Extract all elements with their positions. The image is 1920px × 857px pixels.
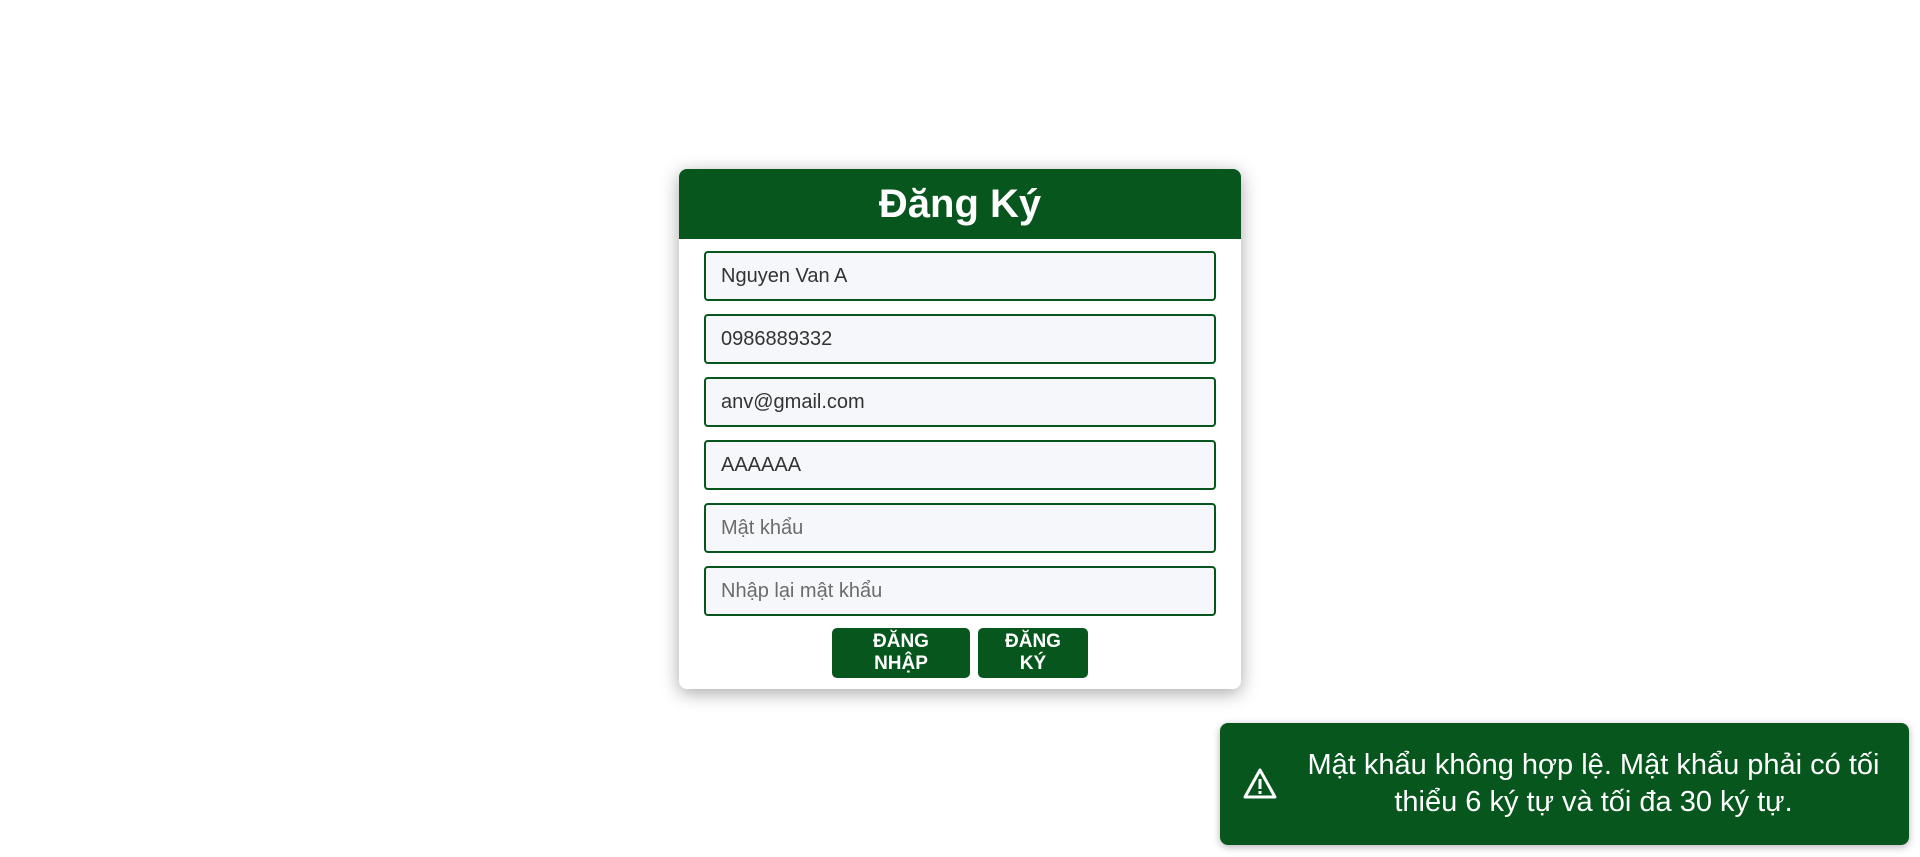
username-input[interactable] (704, 440, 1216, 490)
page-title: Đăng Ký (878, 182, 1042, 226)
phone-input[interactable] (704, 314, 1216, 364)
confirm-password-input[interactable] (704, 566, 1216, 616)
form-actions: ĐĂNG NHẬP ĐĂNG KÝ (704, 628, 1216, 678)
register-card-header: Đăng Ký (679, 169, 1241, 239)
password-input[interactable] (704, 503, 1216, 553)
register-form: ĐĂNG NHẬP ĐĂNG KÝ (679, 239, 1241, 678)
warning-icon (1242, 766, 1278, 802)
full-name-input[interactable] (704, 251, 1216, 301)
email-input[interactable] (704, 377, 1216, 427)
error-toast[interactable]: Mật khẩu không hợp lệ. Mật khẩu phải có … (1220, 723, 1909, 845)
toast-message: Mật khẩu không hợp lệ. Mật khẩu phải có … (1307, 749, 1880, 818)
login-button[interactable]: ĐĂNG NHẬP (832, 628, 970, 678)
register-card: Đăng Ký ĐĂNG NHẬP ĐĂNG KÝ (679, 169, 1241, 689)
register-button[interactable]: ĐĂNG KÝ (978, 628, 1088, 678)
